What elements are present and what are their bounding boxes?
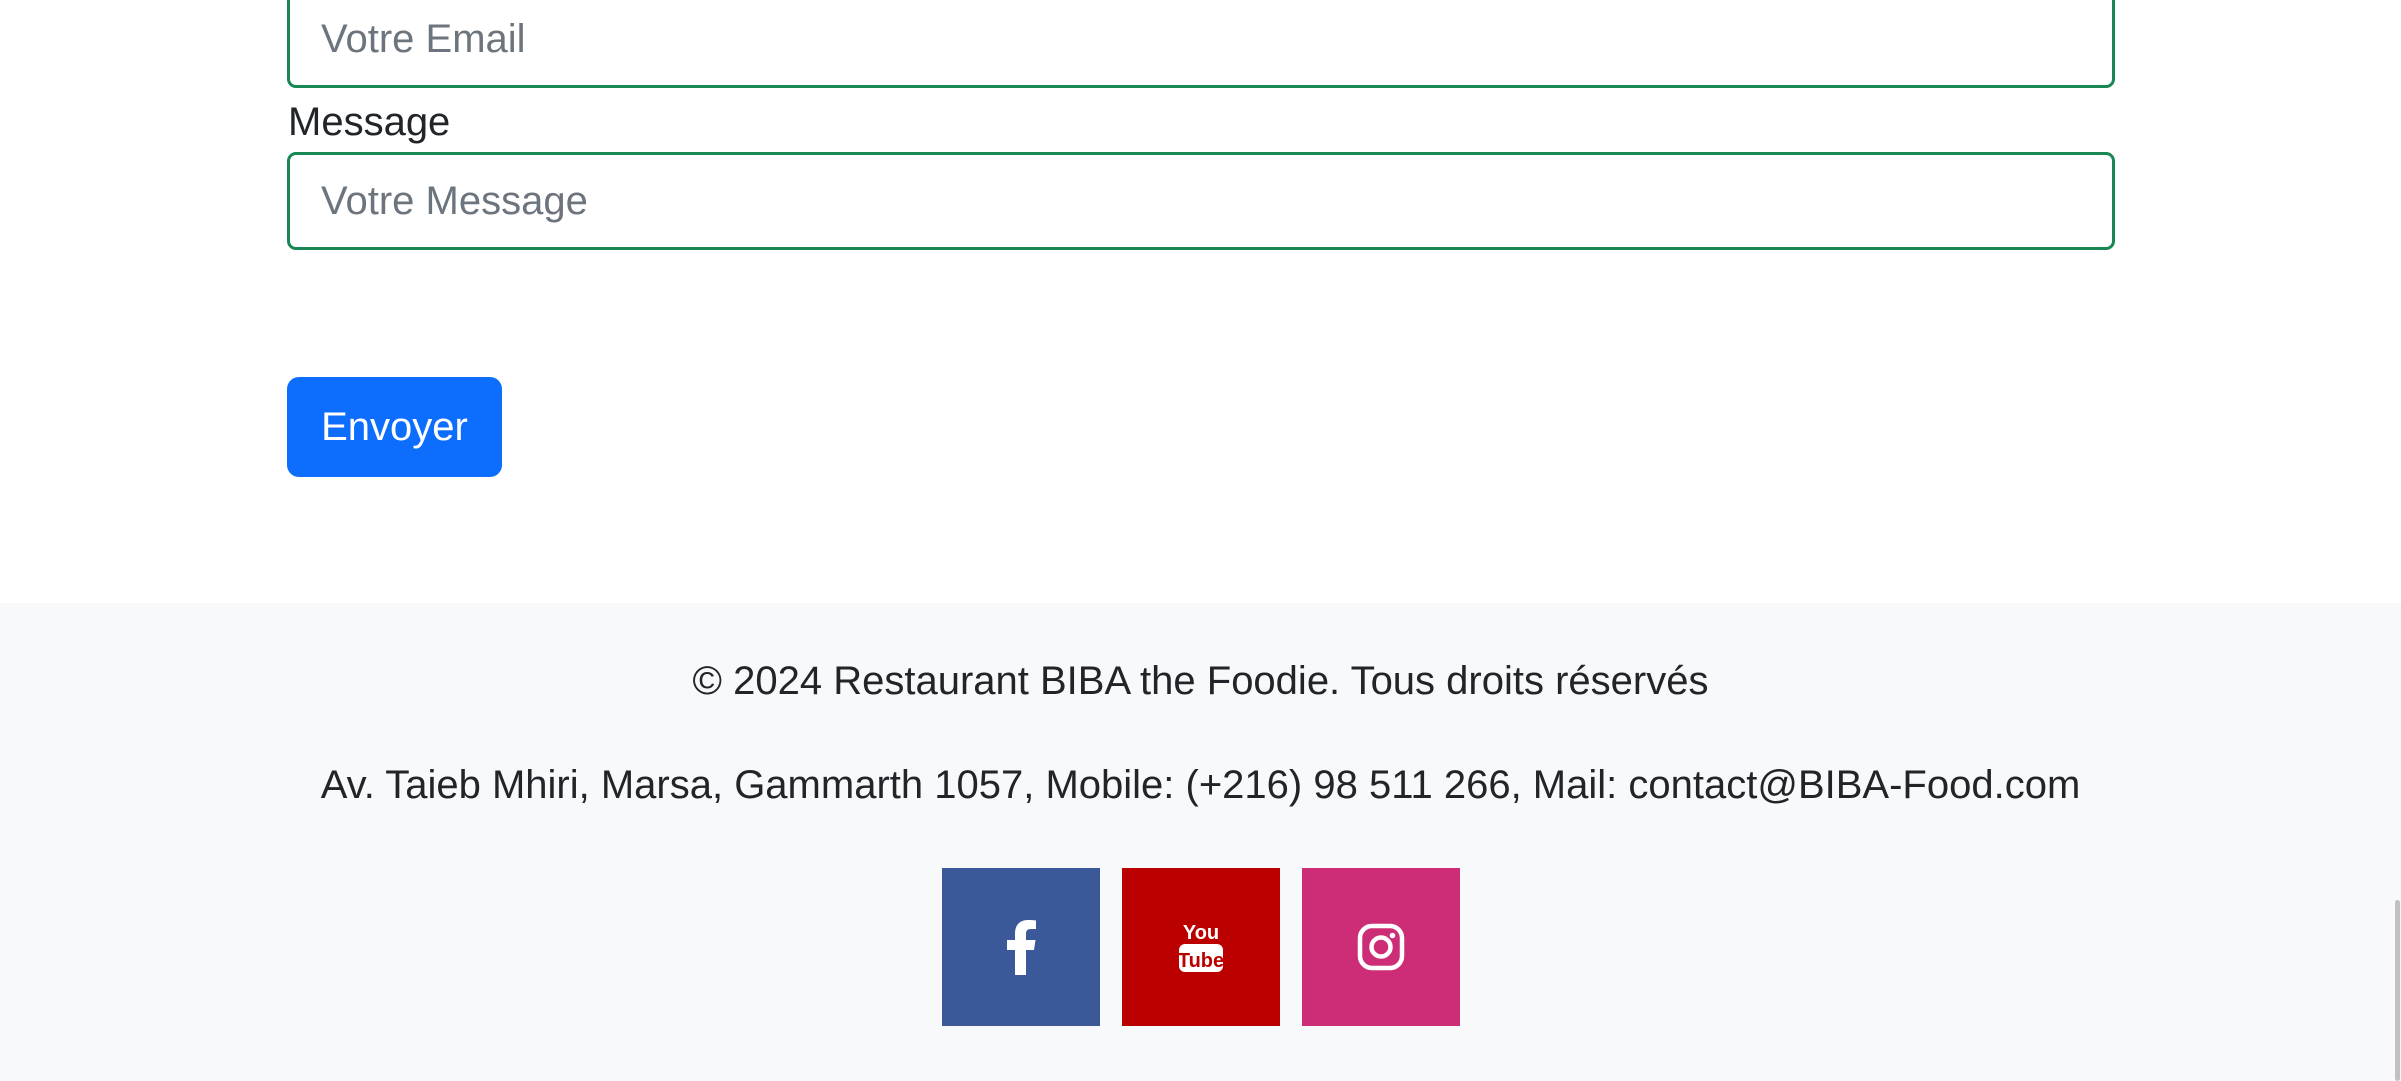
message-field[interactable]: [287, 152, 2115, 250]
youtube-icon: You Tube: [1178, 922, 1224, 972]
scrollbar-thumb[interactable]: [2395, 900, 2400, 1081]
instagram-icon: [1357, 923, 1405, 971]
copyright-text: © 2024 Restaurant BIBA the Foodie. Tous …: [692, 659, 1709, 703]
contact-address: Av. Taieb Mhiri, Marsa, Gammarth 1057, M…: [320, 763, 2081, 807]
youtube-link[interactable]: You Tube: [1122, 868, 1280, 1026]
facebook-link[interactable]: [942, 868, 1100, 1026]
svg-text:You: You: [1183, 922, 1219, 944]
footer: © 2024 Restaurant BIBA the Foodie. Tous …: [0, 603, 2401, 1081]
instagram-link[interactable]: [1302, 868, 1460, 1026]
svg-text:Tube: Tube: [1178, 950, 1224, 972]
email-field[interactable]: [287, 0, 2115, 88]
social-links: You Tube: [942, 868, 1460, 1026]
message-label: Message: [288, 100, 451, 144]
facebook-icon: [1007, 920, 1036, 975]
send-button[interactable]: Envoyer: [287, 377, 502, 477]
page: Message Envoyer © 2024 Restaurant BIBA t…: [0, 0, 2401, 1081]
